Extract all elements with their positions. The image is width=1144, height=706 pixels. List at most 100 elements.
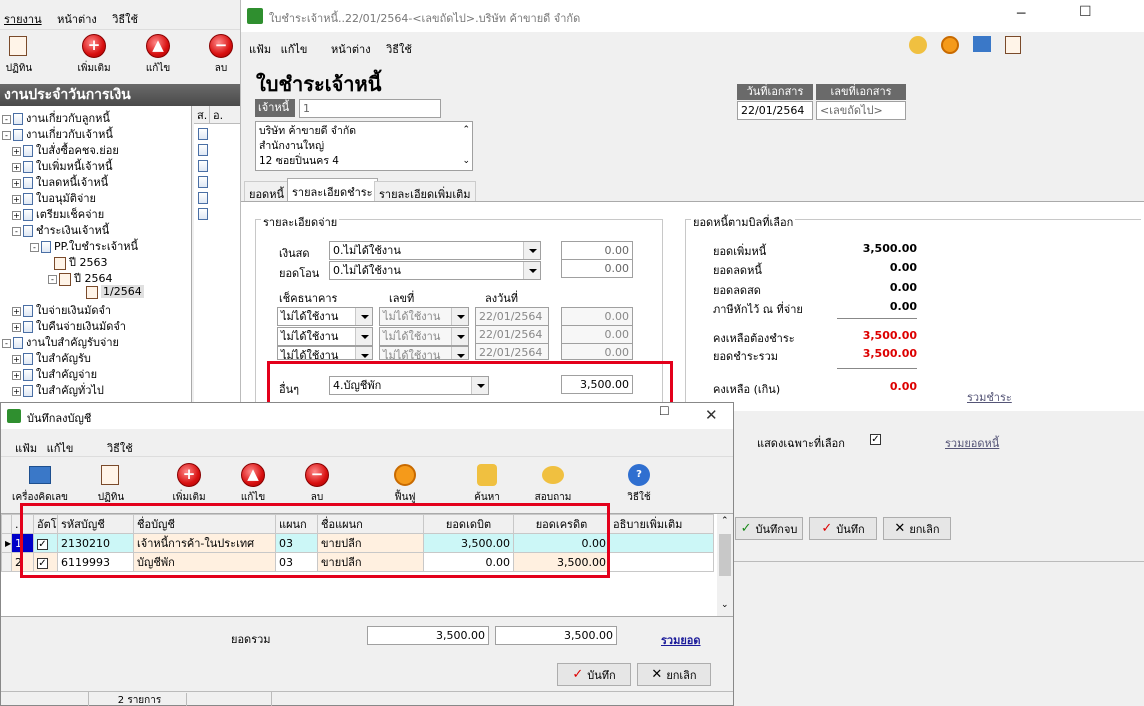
cheque-amount-input[interactable]: 0.00 (561, 325, 633, 344)
creditor-input[interactable]: 1 (299, 99, 441, 118)
document-icon (198, 176, 208, 188)
calendar-button[interactable]: ปฏิทิน (93, 462, 129, 505)
col-header[interactable]: อธิบายเพิ่มเติม (609, 514, 714, 534)
scroll-down-icon[interactable]: ⌄ (462, 154, 470, 169)
tree-item-selected[interactable]: 1/2564 (86, 285, 144, 299)
calendar-icon (100, 465, 119, 485)
chevron-down-icon[interactable] (523, 262, 540, 279)
transfer-amount-input[interactable]: 0.00 (561, 259, 633, 278)
tab-balance[interactable]: ยอดหนี้ (244, 181, 289, 201)
sum-debt-link[interactable]: รวมยอดหนี้ (945, 434, 999, 452)
cash-amount-input[interactable]: 0.00 (561, 241, 633, 260)
tree-item[interactable]: + ใบสำคัญทั่วไป (12, 381, 104, 399)
cheque-no-select[interactable]: ไม่ได้ใช้งาน (379, 327, 469, 346)
journal-save-button[interactable]: ✓ บันทึก (557, 663, 631, 686)
description[interactable] (609, 533, 714, 553)
phone-icon (542, 466, 564, 484)
help-button[interactable]: ? วิธีใช้ (621, 462, 657, 505)
col-header (1, 514, 12, 534)
journal-menubar: แฟ้ม แก้ไข วิธีใช้ (1, 433, 733, 457)
close-button[interactable]: ✕ (705, 406, 718, 424)
summary-value: 3,500.00 (862, 329, 917, 342)
triangle-icon: ▲ (241, 463, 265, 487)
doc-date-input[interactable]: 22/01/2564 (737, 101, 813, 120)
transfer-mode-select[interactable]: 0.ไม่ได้ใช้งาน (329, 261, 541, 280)
menu-help[interactable]: วิธีใช้ (112, 13, 138, 26)
journal-toolbar: เครื่องคิดเลข ปฏิทิน + เพิ่มเติม ▲ แก้ไข −… (1, 459, 733, 507)
refresh-button[interactable]: ฟื้นฟู (387, 462, 423, 505)
delete-button[interactable]: − ลบ (301, 462, 333, 505)
cheque-date-input[interactable]: 22/01/2564 (475, 325, 549, 344)
refresh-icon[interactable] (941, 36, 959, 54)
menu-window[interactable]: หน้าต่าง (331, 43, 371, 56)
cancel-button[interactable]: ✕ ยกเลิก (883, 517, 951, 540)
maximize-button[interactable]: ☐ (1079, 4, 1092, 20)
cash-mode-select[interactable]: 0.ไม่ได้ใช้งาน (329, 241, 541, 260)
payment-icon-toolbar (909, 36, 1021, 54)
cheque-no-select[interactable]: ไม่ได้ใช้งาน (379, 346, 469, 360)
cheque-bank-select[interactable]: ไม่ได้ใช้งาน (277, 327, 373, 346)
address-box[interactable]: บริษัท ค้าขายดี จำกัด สำนักงานใหญ่ 12 ซอ… (255, 121, 473, 171)
add-button[interactable]: + เพิ่มเติม (72, 33, 116, 76)
status-cell (1, 692, 89, 706)
menu-file[interactable]: แฟ้ม (15, 442, 37, 455)
edit-button[interactable]: ▲ แก้ไข (140, 33, 176, 76)
summary-label: คงเหลือ (เกิน) (713, 383, 781, 396)
status-count: 2 รายการ (93, 693, 187, 706)
calendar-button[interactable]: ปฏิทิน (2, 33, 36, 76)
doc-no-input[interactable]: <เลขถัดไป> (816, 101, 906, 120)
description[interactable] (609, 552, 714, 572)
vertical-scrollbar[interactable]: ⌃ ⌄ (717, 514, 733, 616)
show-selected-checkbox[interactable]: ✓ (870, 434, 881, 445)
tab-more-detail[interactable]: รายละเอียดเพิ่มเติม (374, 181, 476, 201)
search-button[interactable]: ค้นหา (469, 462, 505, 505)
triangle-icon: ▲ (146, 34, 170, 58)
cheque-no-select[interactable]: ไม่ได้ใช้งาน (379, 307, 469, 326)
calculator-button[interactable]: เครื่องคิดเลข (7, 462, 73, 505)
doc-no-header: เลขที่เอกสาร (816, 84, 906, 100)
menu-help[interactable]: วิธีใช้ (107, 442, 133, 455)
menu-report[interactable]: รายงาน (4, 13, 42, 26)
show-selected-label: แสดงเฉพาะที่เลือก (757, 437, 845, 450)
cheque-date-input[interactable]: 22/01/2564 (475, 343, 549, 360)
summary-divider (837, 368, 917, 369)
save-close-button[interactable]: ✓ บันทึกจบ (735, 517, 803, 540)
scroll-down-icon[interactable]: ⌄ (721, 600, 729, 610)
menu-edit[interactable]: แก้ไข (47, 442, 74, 455)
inquiry-button[interactable]: สอบถาม (529, 462, 577, 505)
cheque-bank-select[interactable]: ไม่ได้ใช้งาน (277, 346, 373, 360)
scroll-up-icon[interactable]: ⌃ (721, 516, 729, 526)
sum-total-link[interactable]: รวมยอด (661, 631, 701, 649)
total-payment-link[interactable]: รวมชำระ (967, 388, 1012, 406)
cheque-bank-select[interactable]: ไม่ได้ใช้งาน (277, 307, 373, 326)
scroll-up-icon[interactable]: ⌃ (462, 123, 470, 138)
check-icon: ✓ (740, 521, 752, 536)
scroll-thumb[interactable] (719, 534, 731, 576)
maximize-button[interactable]: ☐ (659, 404, 670, 418)
menu-edit[interactable]: แก้ไข (281, 43, 308, 56)
col-s[interactable]: ส. (194, 106, 210, 123)
minimize-button[interactable]: ─ (1017, 6, 1025, 22)
main-menubar: รายงาน หน้าต่าง วิธีใช้ (0, 0, 240, 30)
cheque-amount-input[interactable]: 0.00 (561, 307, 633, 326)
chevron-down-icon[interactable] (523, 242, 540, 259)
add-button[interactable]: + เพิ่มเติม (167, 462, 211, 505)
search-icon (477, 464, 497, 486)
plus-icon: + (82, 34, 106, 58)
cheque-date-input[interactable]: 22/01/2564 (475, 307, 549, 326)
journal-cancel-button[interactable]: ✕ ยกเลิก (637, 663, 711, 686)
status-cell (271, 692, 272, 706)
cheque-amount-input[interactable]: 0.00 (561, 343, 633, 360)
col-o[interactable]: อ. (210, 106, 228, 123)
calculator-icon[interactable] (973, 36, 991, 52)
save-button[interactable]: ✓ บันทึก (809, 517, 877, 540)
tab-payment-detail[interactable]: รายละเอียดชำระ (287, 178, 378, 202)
menu-help[interactable]: วิธีใช้ (386, 43, 412, 56)
phone-icon[interactable] (909, 36, 927, 54)
edit-button[interactable]: ▲ แก้ไข (235, 462, 271, 505)
creditor-label: เจ้าหนี้ (255, 99, 295, 117)
calendar-icon[interactable] (1005, 36, 1021, 54)
menu-file[interactable]: แฟ้ม (249, 43, 271, 56)
menu-window[interactable]: หน้าต่าง (57, 13, 97, 26)
delete-button[interactable]: − ลบ (206, 33, 236, 76)
